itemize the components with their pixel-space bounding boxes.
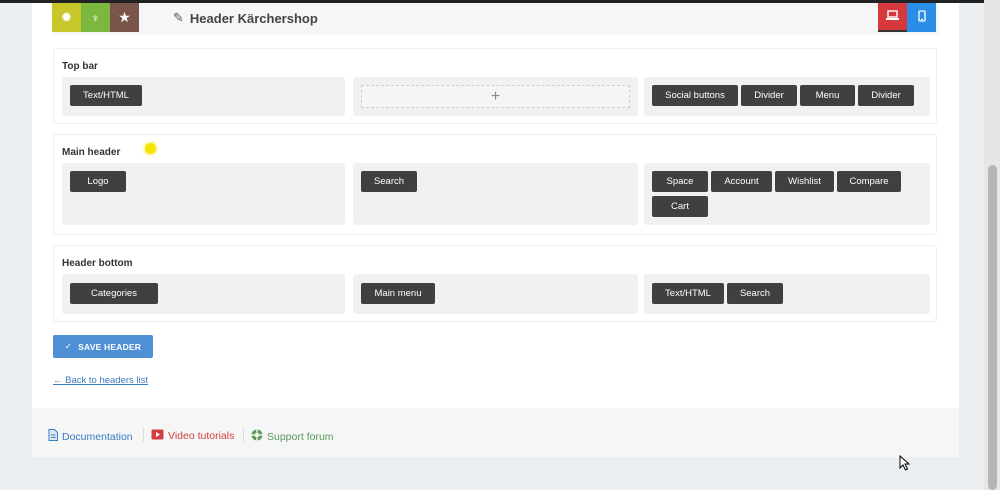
zone-left[interactable]: Logo — [62, 163, 345, 225]
element-menu[interactable]: Menu — [800, 85, 855, 106]
scrollbar-thumb[interactable] — [988, 165, 997, 490]
section-title: Main header — [62, 147, 121, 158]
save-header-label: SAVE HEADER — [78, 341, 142, 352]
video-tutorials-link[interactable]: Video tutorials — [151, 429, 234, 443]
zone-center[interactable]: Search — [353, 163, 638, 225]
element-cart[interactable]: Cart — [652, 196, 708, 217]
zone-left[interactable]: Categories — [62, 274, 345, 314]
footer-divider — [243, 428, 244, 442]
element-text-html[interactable]: Text/HTML — [652, 283, 724, 304]
save-header-button[interactable]: ✓ SAVE HEADER — [53, 335, 153, 358]
header-builder-panel: ✹ ♆ ★ ✎ Header Kärchershop Top bar Text/… — [32, 3, 959, 457]
add-element-button[interactable]: + — [361, 85, 630, 108]
section-main-header: Main header Logo Search Space Account Wi… — [53, 134, 937, 235]
desktop-view-button[interactable] — [878, 3, 907, 32]
support-icon — [251, 429, 263, 444]
support-forum-link[interactable]: Support forum — [251, 429, 334, 444]
element-space[interactable]: Space — [652, 171, 708, 192]
mobile-view-button[interactable] — [907, 3, 936, 32]
element-compare[interactable]: Compare — [837, 171, 901, 192]
zone-right[interactable]: Social buttons Divider Menu Divider — [644, 77, 930, 116]
element-search[interactable]: Search — [361, 171, 417, 192]
builder-toolbar: ✹ ♆ ★ ✎ Header Kärchershop — [52, 3, 939, 35]
video-tutorials-label: Video tutorials — [168, 430, 235, 442]
element-text-html[interactable]: Text/HTML — [70, 85, 142, 106]
favorite-button[interactable]: ★ — [110, 3, 139, 32]
element-main-menu[interactable]: Main menu — [361, 283, 435, 304]
support-forum-label: Support forum — [267, 430, 334, 443]
element-logo[interactable]: Logo — [70, 171, 126, 192]
marker-button[interactable]: ♆ — [81, 3, 110, 32]
laptop-icon — [886, 9, 899, 24]
back-to-headers-link[interactable]: ← Back to headers list — [53, 375, 148, 386]
footer-links: Documentation Video tutorials Support fo… — [32, 408, 959, 457]
footer-divider — [143, 428, 144, 442]
zone-center[interactable]: Main menu — [353, 274, 638, 314]
element-social-buttons[interactable]: Social buttons — [652, 85, 738, 106]
cursor-highlight — [145, 143, 156, 154]
zone-center[interactable]: + — [353, 77, 638, 116]
section-title: Header bottom — [62, 258, 133, 269]
element-divider[interactable]: Divider — [858, 85, 914, 106]
element-categories[interactable]: Categories — [70, 283, 158, 304]
pin-icon: ♆ — [91, 10, 100, 25]
element-account[interactable]: Account — [711, 171, 772, 192]
zone-right[interactable]: Space Account Wishlist Compare Cart — [644, 163, 930, 225]
pencil-icon[interactable]: ✎ — [173, 10, 184, 26]
gear-icon: ✹ — [60, 9, 73, 25]
zone-left[interactable]: Text/HTML — [62, 77, 345, 116]
element-wishlist[interactable]: Wishlist — [775, 171, 834, 192]
plus-icon: + — [490, 87, 501, 105]
check-icon: ✓ — [64, 341, 73, 351]
mouse-cursor-icon — [899, 454, 911, 476]
header-name: Header Kärchershop — [189, 10, 318, 26]
element-search[interactable]: Search — [727, 283, 783, 304]
zone-right[interactable]: Text/HTML Search — [644, 274, 930, 314]
section-header-bottom: Header bottom Categories Main menu Text/… — [53, 245, 937, 322]
section-title: Top bar — [62, 61, 98, 72]
page-title: ✎ Header Kärchershop — [173, 10, 318, 26]
settings-button[interactable]: ✹ — [52, 3, 81, 32]
documentation-label: Documentation — [62, 430, 133, 443]
star-icon: ★ — [118, 9, 131, 25]
video-icon — [151, 429, 164, 443]
phone-icon — [917, 10, 926, 25]
document-icon — [48, 429, 58, 444]
element-divider[interactable]: Divider — [741, 85, 797, 106]
section-top-bar: Top bar Text/HTML + Social buttons Divid… — [53, 48, 937, 124]
documentation-link[interactable]: Documentation — [48, 429, 133, 444]
